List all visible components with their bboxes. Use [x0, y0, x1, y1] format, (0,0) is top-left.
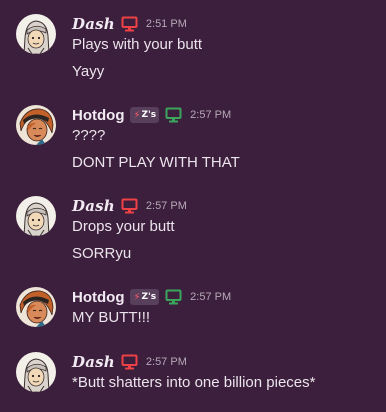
timestamp: 2:51 PM	[145, 18, 187, 30]
timestamp: 2:57 PM	[190, 109, 232, 121]
message-text: SORRyu	[72, 245, 132, 262]
message-text: Plays with your butt	[72, 36, 203, 53]
username[interactable]: Hotdog	[72, 107, 124, 124]
role-tag-label: Z's	[141, 292, 157, 302]
monitor-icon	[165, 107, 182, 123]
timestamp: 2:57 PM	[145, 200, 187, 212]
username[interactable]: Dash	[72, 197, 115, 215]
message-text: Yayy	[72, 63, 105, 80]
monitor-icon	[121, 354, 138, 370]
chat-log: Dash 2:51 PM Plays with your butt Yayy H…	[0, 0, 386, 412]
message-text: *Butt shatters into one billion pieces*	[72, 374, 316, 391]
message-header: Dash 2:57 PM	[72, 352, 187, 372]
lightning-bolt-icon: ⚡	[133, 291, 141, 303]
timestamp: 2:57 PM	[145, 356, 187, 368]
message-text: Drops your butt	[72, 218, 175, 235]
username[interactable]: Hotdog	[72, 289, 124, 306]
username[interactable]: Dash	[72, 15, 115, 33]
monitor-icon	[165, 289, 182, 305]
message-text: MY BUTT!!!	[72, 309, 151, 326]
avatar-dash[interactable]	[16, 14, 56, 54]
message-header: Dash 2:51 PM	[72, 14, 187, 34]
message-header: Hotdog ⚡ Z's 2:57 PM	[72, 105, 231, 125]
role-tag[interactable]: ⚡ Z's	[130, 289, 160, 305]
lightning-bolt-icon: ⚡	[133, 109, 141, 121]
avatar-hotdog[interactable]	[16, 287, 56, 327]
message-text: DONT PLAY WITH THAT	[72, 154, 240, 171]
role-tag[interactable]: ⚡ Z's	[130, 107, 160, 123]
monitor-icon	[121, 198, 138, 214]
avatar-hotdog[interactable]	[16, 105, 56, 145]
monitor-icon	[121, 16, 138, 32]
timestamp: 2:57 PM	[190, 291, 232, 303]
avatar-dash[interactable]	[16, 352, 56, 392]
message-header: Hotdog ⚡ Z's 2:57 PM	[72, 287, 231, 307]
username[interactable]: Dash	[72, 353, 115, 371]
message-text: ????	[72, 127, 106, 144]
role-tag-label: Z's	[141, 110, 157, 120]
message-header: Dash 2:57 PM	[72, 196, 187, 216]
avatar-dash[interactable]	[16, 196, 56, 236]
